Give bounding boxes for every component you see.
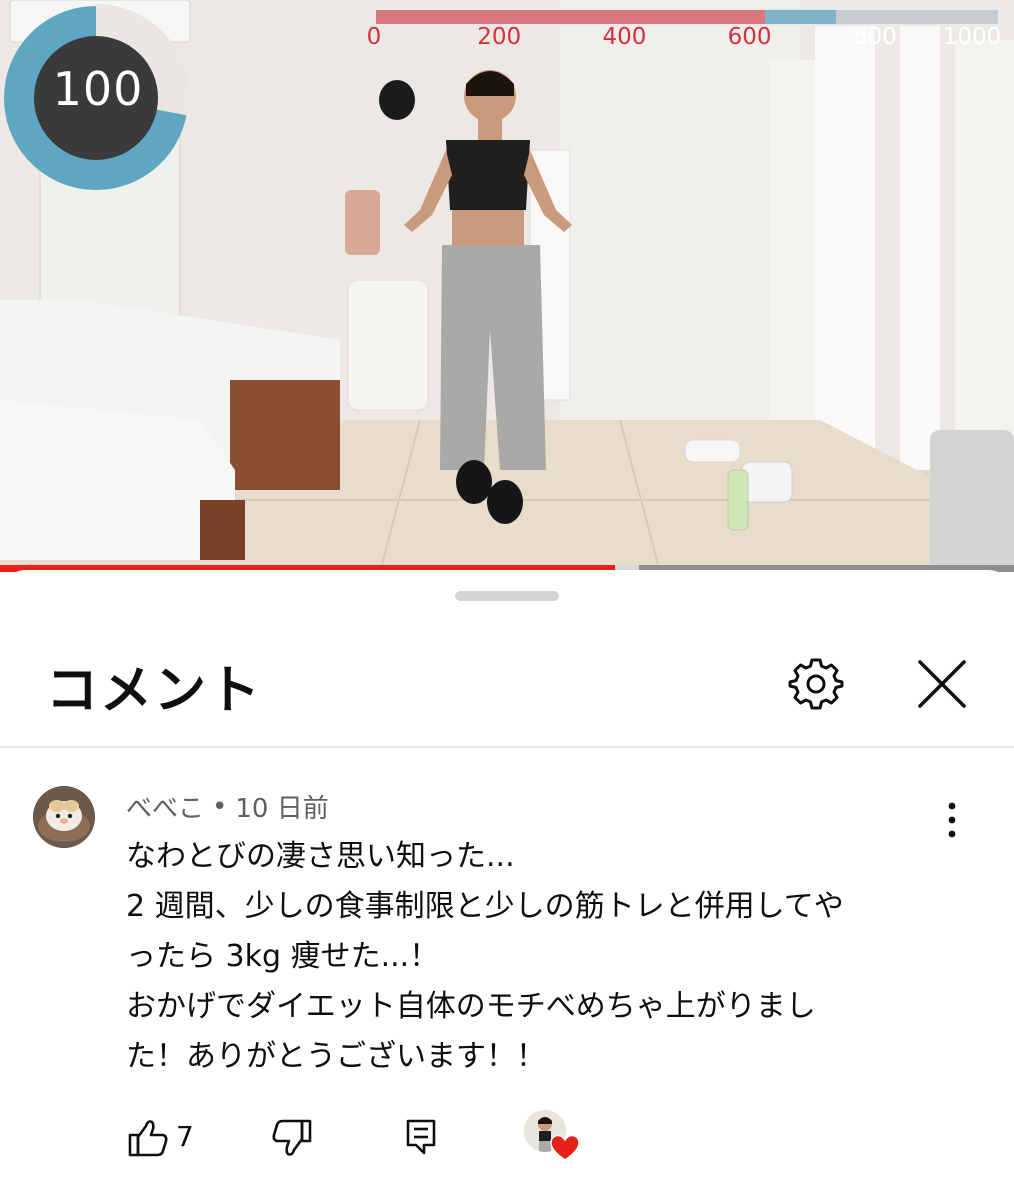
thumbs-up-icon (128, 1120, 168, 1157)
gear-icon (788, 658, 844, 710)
comment-line: なわとびの凄さ思い知った... (126, 839, 515, 874)
goal-tick-label: 1000 (942, 24, 1002, 50)
sheet-title: コメント (46, 661, 263, 721)
meta-separator: • (212, 791, 228, 822)
reply-icon (406, 1119, 436, 1155)
goal-bar-fill-blue (764, 10, 837, 24)
close-icon (918, 660, 966, 708)
jump-counter: 100 (0, 0, 200, 200)
comment-item: べべこ • 10 日前 なわとびの凄さ思い知った... 2 週間、少しの食事制限と少… (0, 748, 1014, 1198)
settings-button[interactable] (786, 654, 846, 714)
close-button[interactable] (912, 654, 972, 714)
heart-icon (550, 1134, 580, 1161)
comment-line: おかげでダイエット自体のモチべめちゃ上がりまし (126, 989, 816, 1024)
creator-heart (524, 1110, 584, 1170)
thumbs-down-icon (272, 1119, 312, 1156)
like-count: 7 (176, 1120, 194, 1153)
reply-button[interactable] (402, 1116, 446, 1160)
like-button[interactable] (126, 1116, 170, 1160)
avatar[interactable] (33, 786, 95, 848)
goal-bar-fill-red (376, 10, 765, 24)
goal-tick-label: 400 (602, 24, 647, 50)
avatar-image (33, 786, 95, 848)
goal-tick-label: 600 (727, 24, 772, 50)
comment-line: ったら 3kg 痩せた...！ (126, 939, 440, 974)
goal-tick-label: 0 (366, 24, 382, 50)
goal-tick-label: 200 (477, 24, 522, 50)
more-vert-icon (948, 802, 956, 838)
comment-author[interactable]: べべこ (126, 794, 204, 824)
dislike-button[interactable] (270, 1116, 314, 1160)
counter-value: 100 (52, 62, 144, 116)
comment-time: 10 日前 (235, 794, 329, 824)
comment-meta: べべこ • 10 日前 (126, 788, 329, 825)
video-player[interactable]: 100 0 200 400 600 800 1000 (0, 0, 1014, 572)
comment-actions: 7 (0, 1110, 1014, 1172)
comments-sheet: コメント べべこ • 10 日前 なわとびの凄さ思い知った... 2 週間、少し… (0, 570, 1014, 1198)
comment-line: 2 週間、少しの食事制限と少しの筋トレと併用してや (126, 889, 844, 924)
comment-line: た！ありがとうございます！！ (126, 1039, 546, 1074)
goal-progress-bar (374, 8, 1000, 26)
drag-handle[interactable] (455, 591, 559, 601)
goal-tick-label: 800 (852, 24, 897, 50)
comment-more-button[interactable] (936, 796, 968, 844)
comment-text: なわとびの凄さ思い知った... 2 週間、少しの食事制限と少しの筋トレと併用して… (126, 832, 926, 1082)
